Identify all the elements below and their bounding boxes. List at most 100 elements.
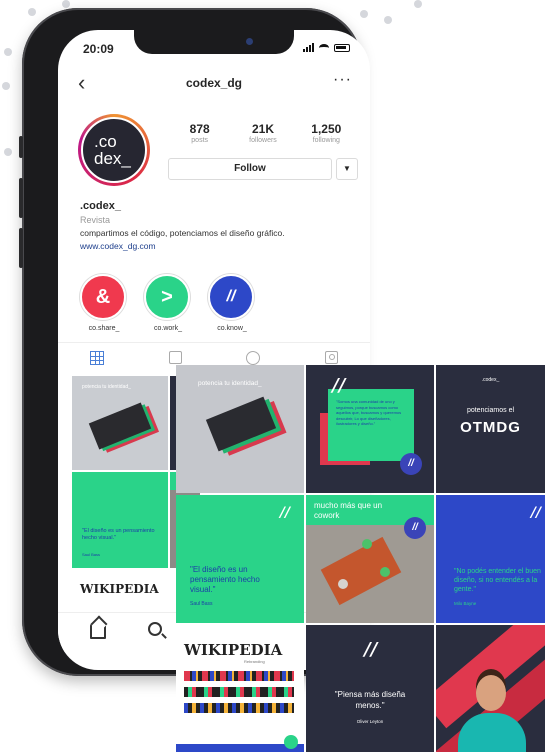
profile-stats: 878 posts 21K followers 1,250 following [168, 122, 358, 144]
post-cowork[interactable]: mucho más que un cowork // [306, 495, 434, 623]
post-quote-think-more[interactable]: // "Piensa más diseña menos." Oliver Ley… [306, 625, 434, 752]
avatar[interactable]: .co dex_ [78, 114, 150, 186]
post-quote-community[interactable]: // "Somos una comunidad de uno y seguimo… [306, 365, 434, 493]
post-thumbnail[interactable]: "El diseño es un pensamiento hecho visua… [72, 472, 168, 568]
background-dot [4, 48, 12, 56]
highlight-co-know[interactable]: // co.know_ [208, 274, 256, 332]
post-caption: "Somos una comunidad de uno y seguimos, … [336, 399, 402, 426]
double-slash-icon: // [208, 274, 254, 320]
tv-icon [168, 351, 182, 364]
post-caption: .codex_ [481, 377, 500, 383]
post-caption: "El diseño es un pensamiento hecho visua… [82, 528, 155, 541]
avatar-text-line: .co [94, 132, 117, 151]
highlight-co-work[interactable]: > co.work_ [144, 274, 192, 332]
avatar-logo: .co dex_ [81, 117, 147, 183]
profile-header: ‹ codex_dg ··· [58, 70, 370, 100]
highlight-co-share[interactable]: & co.share_ [80, 274, 128, 332]
post-caption: potencia tu identidad_ [82, 384, 131, 390]
background-dot [414, 0, 422, 8]
post-identity[interactable]: potencia tu identidad_ [176, 365, 304, 493]
pattern-row [184, 687, 294, 697]
post-caption: OTMDG [460, 419, 521, 436]
chevron-down-icon: ▼ [343, 164, 351, 173]
more-options-icon[interactable]: ··· [333, 72, 352, 88]
chevron-right-icon: > [144, 274, 190, 320]
battery-icon [334, 43, 350, 52]
post-caption: Saul Bass [82, 552, 101, 557]
following-stat[interactable]: 1,250 following [296, 122, 356, 144]
quote-icon: // [279, 505, 290, 521]
phone-side-button [19, 228, 23, 268]
post-wikipedia-rebranding[interactable]: WIKIPEDIA Rebranding [176, 625, 304, 752]
posts-label: posts [191, 137, 209, 144]
followers-label: followers [249, 137, 277, 144]
followers-count: 21K [251, 122, 274, 136]
quote-icon: // [530, 505, 541, 521]
background-dot [360, 10, 368, 18]
status-time: 20:09 [83, 42, 114, 56]
pattern-row [184, 703, 294, 713]
post-caption: "Piensa más diseña menos." [334, 690, 406, 710]
suggested-dropdown-button[interactable]: ▼ [336, 158, 358, 180]
pattern-row [184, 671, 294, 681]
post-quote-good-design[interactable]: // "No podés entender el buen diseño, si… [436, 495, 545, 623]
highlight-label: co.work_ [153, 325, 182, 332]
display-name: .codex_ [80, 200, 121, 212]
post-portrait[interactable] [436, 625, 545, 752]
post-caption: Saul Bass [190, 601, 213, 607]
home-icon[interactable] [90, 623, 106, 639]
background-dot [62, 0, 70, 8]
slash-badge-icon: // [404, 517, 426, 539]
grid-icon [90, 350, 104, 365]
post-caption: Rebranding [244, 659, 265, 664]
post-caption: Milo Bayne [454, 601, 477, 606]
post-grid-overlay: potencia tu identidad_ // "Somos una com… [176, 365, 545, 752]
circle-arrow-icon [284, 735, 298, 749]
post-caption: potencia tu identidad_ [198, 380, 262, 387]
profile-bio: .codex_ Revista compartimos el código, p… [80, 200, 360, 251]
highlight-label: co.share_ [88, 325, 120, 332]
post-quote-saul-bass[interactable]: // "El diseño es un pensamiento hecho vi… [176, 495, 304, 623]
profile-username: codex_dg [185, 76, 242, 90]
highlight-label: co.know_ [217, 325, 247, 332]
office-photo-chairs [362, 539, 372, 549]
wifi-icon [319, 43, 329, 52]
business-card-image [88, 402, 152, 450]
profile-category: Revista [80, 215, 111, 225]
post-caption: potenciamos el [466, 407, 515, 414]
following-count: 1,250 [311, 122, 342, 136]
story-highlights: & co.share_ > co.work_ // co.know_ [80, 274, 256, 332]
search-icon[interactable] [148, 622, 162, 636]
post-caption: "No podés entender el buen diseño, si no… [454, 568, 541, 593]
ampersand-icon: & [80, 274, 126, 320]
post-otmdg[interactable]: .codex_ potenciamos el OTMDG [436, 365, 545, 493]
portrait-head [476, 675, 506, 711]
phone-notch [134, 30, 294, 54]
quote-icon: // [364, 639, 378, 660]
status-icons [303, 43, 350, 52]
following-label: following [312, 137, 340, 144]
background-dot [2, 82, 10, 90]
signal-icon [303, 43, 314, 52]
posts-count: 878 [189, 122, 210, 136]
post-caption: WIKIPEDIA [80, 582, 159, 596]
business-card-image [205, 396, 277, 452]
avatar-text-line: dex_ [94, 149, 131, 168]
bio-link[interactable]: www.codex_dg.com [80, 241, 360, 251]
background-dot [384, 16, 392, 24]
post-caption: mucho más que un cowork [314, 501, 383, 520]
tagged-user-icon [324, 351, 338, 364]
bio-text: compartimos el código, potenciamos el di… [80, 228, 285, 238]
quote-icon: // [332, 375, 346, 396]
posts-stat[interactable]: 878 posts [170, 122, 230, 144]
follow-button[interactable]: Follow [168, 158, 332, 180]
slash-badge-icon: // [400, 453, 422, 475]
tab-grid[interactable] [67, 343, 127, 372]
phone-side-button [19, 136, 23, 158]
guide-icon [246, 350, 260, 365]
camera-icon [246, 38, 253, 45]
post-thumbnail[interactable]: potencia tu identidad_ [72, 376, 168, 470]
followers-stat[interactable]: 21K followers [233, 122, 293, 144]
background-dot [4, 148, 12, 156]
phone-side-button [19, 178, 23, 218]
